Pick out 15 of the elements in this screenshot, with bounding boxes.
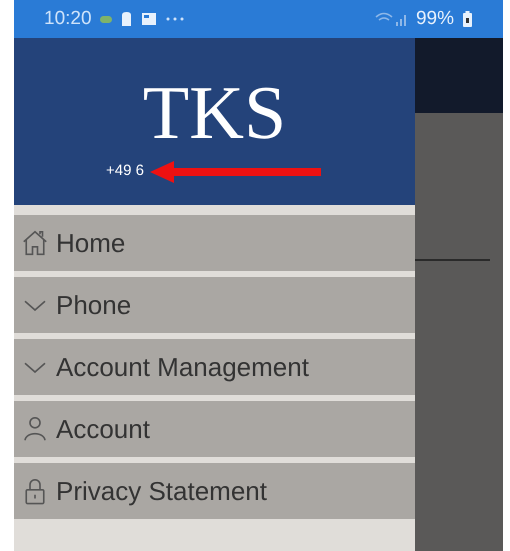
notification-icon <box>100 16 112 22</box>
drawer-menu-item[interactable]: Account Management <box>14 339 415 395</box>
battery-icon <box>462 10 473 28</box>
app-logo-title: TKS <box>142 74 286 150</box>
drawer-menu-item[interactable]: Phone <box>14 277 415 333</box>
clock-time: 10:20 <box>44 6 92 31</box>
drawer-menu-item[interactable]: Home <box>14 215 415 271</box>
image-icon <box>140 12 157 26</box>
notification-icon <box>120 11 133 27</box>
wifi-signal-icon <box>374 11 408 27</box>
more-icon <box>164 16 185 22</box>
battery-percent: 99% <box>416 6 454 31</box>
drawer-menu-item[interactable]: Account <box>14 401 415 457</box>
drawer-menu-item[interactable]: Privacy Statement <box>14 463 415 519</box>
phone-number: +49 6 <box>106 161 144 182</box>
